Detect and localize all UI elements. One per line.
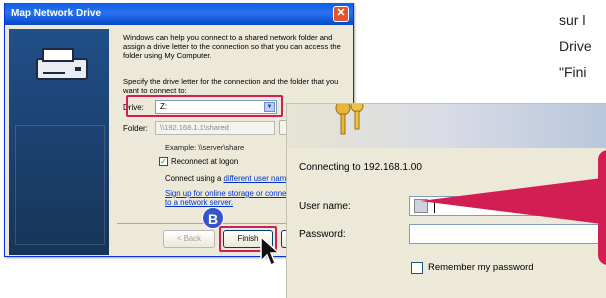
username-label: User name: [299, 201, 351, 212]
password-field[interactable] [409, 224, 604, 244]
drive-highlight [126, 95, 283, 117]
close-icon[interactable]: ✕ [333, 6, 349, 22]
reconnect-label: Reconnect at logon [171, 157, 239, 166]
side-text-line-1: sur l [559, 12, 586, 28]
connect-as-prefix: Connect using a [165, 174, 224, 183]
connect-as-text: Connect using a different user nam [165, 174, 286, 183]
different-user-link[interactable]: different user nam [224, 174, 287, 183]
dialog-titlebar: Map Network Drive ✕ [5, 3, 353, 25]
remember-checkbox[interactable] [411, 262, 423, 274]
example-text: Example: \\server\share [165, 143, 245, 152]
checkbox-icon[interactable]: ✓ [159, 157, 168, 166]
intro-text: Windows can help you connect to a shared… [123, 33, 341, 60]
side-text-line-3: "Fini [559, 64, 587, 80]
dialog-title: Map Network Drive [11, 8, 102, 19]
remember-label: Remember my password [428, 262, 534, 273]
side-text-line-2: Drive [559, 38, 592, 54]
folder-select[interactable]: \\192.168.1.1\shared [155, 121, 275, 135]
signup-link[interactable]: Sign up for online storage or connect to… [165, 189, 295, 207]
callout-pointer [420, 178, 602, 224]
specify-text: Specify the drive letter for the connect… [123, 77, 339, 95]
pointer-cursor-icon [260, 235, 281, 267]
back-button[interactable]: < Back [163, 230, 215, 248]
wizard-art [9, 29, 109, 255]
folder-label: Folder: [123, 124, 148, 133]
art-decoration [15, 125, 105, 245]
login-banner [287, 104, 606, 148]
connecting-text: Connecting to 192.168.1.00 [299, 162, 422, 173]
step-badge: B [202, 207, 224, 229]
password-label: Password: [299, 229, 346, 240]
drive-icon [36, 48, 88, 80]
keys-icon [335, 104, 364, 135]
